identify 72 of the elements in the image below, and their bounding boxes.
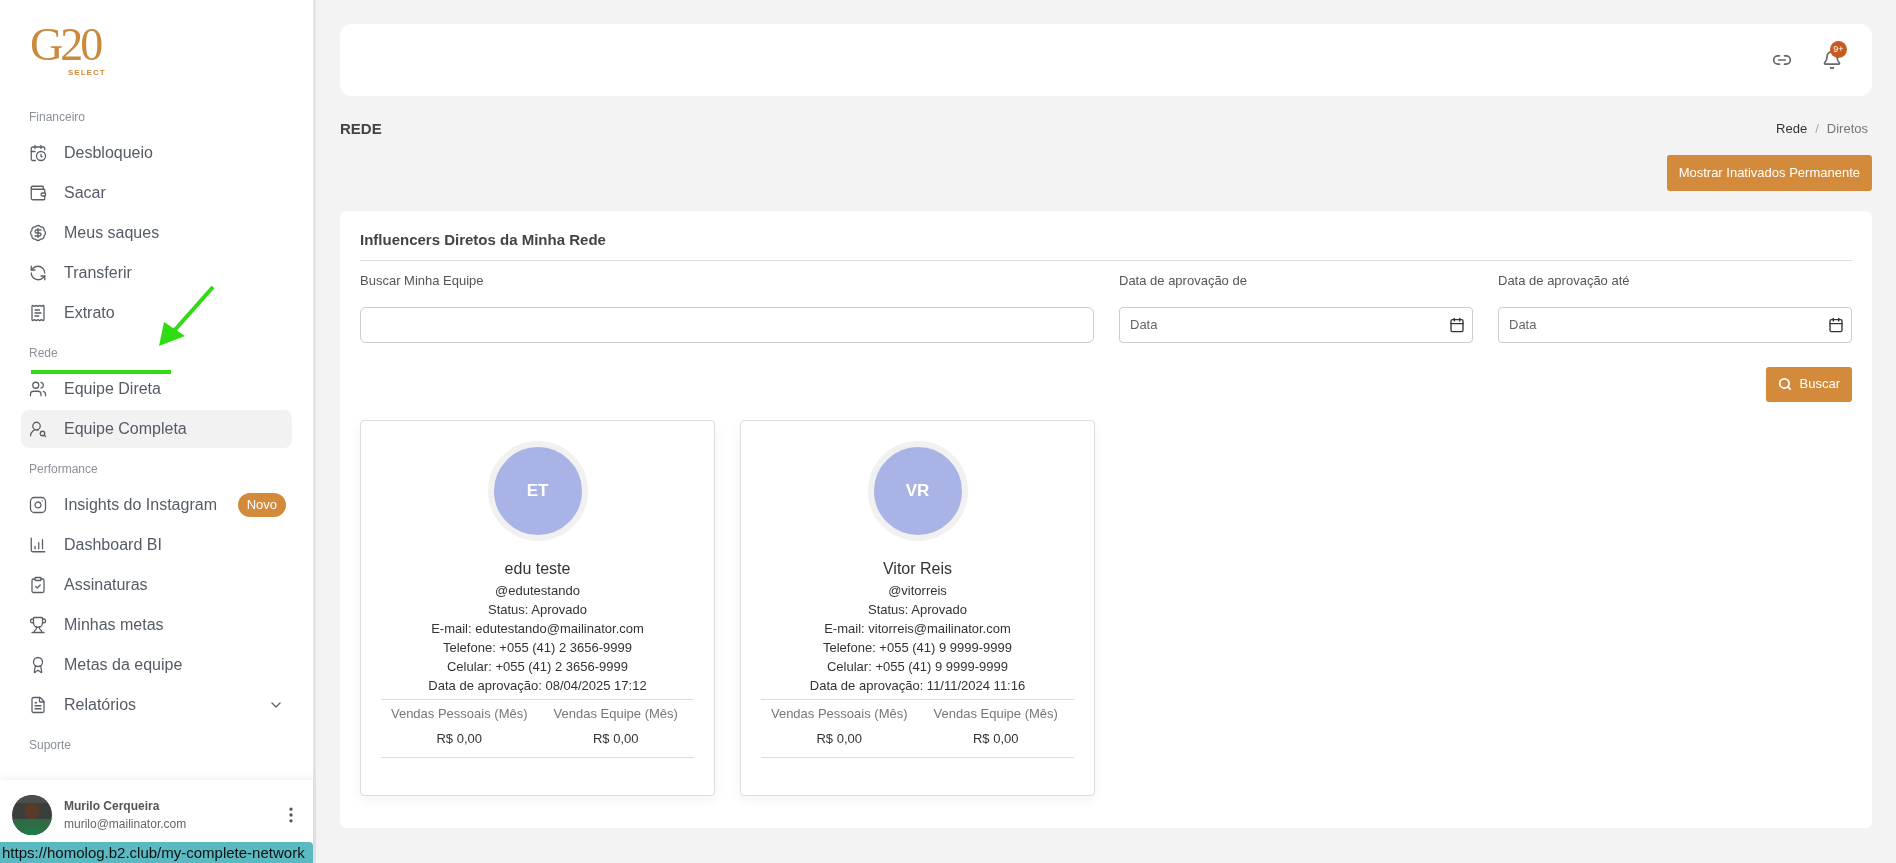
sidebar-item[interactable]: Equipe Direta bbox=[21, 370, 292, 408]
field-label: Data de aprovação de bbox=[1119, 271, 1248, 290]
member-detail: Status: Aprovado bbox=[868, 600, 967, 619]
breadcrumb-item[interactable]: Rede bbox=[1776, 119, 1808, 139]
stat-label: Vendas Equipe (Mês) bbox=[553, 704, 678, 723]
report-icon bbox=[29, 696, 47, 714]
stat-value: R$ 0,00 bbox=[972, 730, 1019, 748]
users-icon bbox=[29, 380, 47, 398]
sidebar-item[interactable]: Metas da equipe bbox=[21, 646, 292, 684]
field-label: Buscar Minha Equipe bbox=[360, 271, 485, 290]
date-field[interactable]: Data bbox=[1498, 306, 1852, 343]
sidebar-item[interactable]: Sacar bbox=[21, 174, 292, 212]
member-detail: E-mail: edutestando@mailinator.com bbox=[431, 619, 644, 638]
member-name: edu teste bbox=[504, 558, 571, 579]
sidebar-item[interactable]: Minhas metas bbox=[21, 606, 292, 644]
calendar-icon[interactable] bbox=[1828, 316, 1844, 333]
member-detail: E-mail: vitorreis@mailinator.com bbox=[824, 619, 1011, 638]
avatar: ET bbox=[487, 440, 588, 541]
instagram-icon bbox=[29, 496, 47, 514]
calendar-clock-icon bbox=[29, 144, 47, 162]
bar-chart-icon bbox=[29, 536, 47, 554]
breadcrumb-item: Diretos bbox=[1826, 120, 1868, 139]
sidebar-item[interactable]: Insights do Instagram Novo bbox=[21, 486, 292, 524]
member-detail: Celular: +055 (41) 2 3656-9999 bbox=[446, 657, 628, 676]
member-detail: Data de aprovação: 08/04/2025 17:12 bbox=[428, 676, 647, 695]
stat-label: Vendas Pessoais (Mês) bbox=[770, 704, 908, 723]
member-name: Vitor Reis bbox=[882, 558, 953, 579]
sidebar-item[interactable]: Desbloqueio bbox=[21, 134, 292, 172]
search-field[interactable] bbox=[360, 306, 1094, 343]
section-heading: Rede bbox=[28, 345, 59, 362]
stat-value: R$ 0,00 bbox=[436, 730, 482, 748]
clipboard-check-icon bbox=[29, 576, 47, 594]
member-detail: Celular: +055 (41) 9 9999-9999 bbox=[826, 657, 1008, 676]
sidebar-item[interactable]: Transferir bbox=[21, 254, 292, 292]
calendar-icon[interactable] bbox=[1449, 316, 1465, 333]
logo-title: G20 bbox=[30, 22, 102, 68]
sidebar-item[interactable]: Relatórios bbox=[21, 686, 292, 724]
stat-label: Vendas Equipe (Mês) bbox=[933, 704, 1058, 723]
section-heading: Performance bbox=[28, 461, 99, 478]
user-name: Murilo Cerqueira bbox=[64, 797, 161, 815]
user-email: murilo@mailinator.com bbox=[64, 815, 188, 833]
notification-badge: 9+ bbox=[1830, 41, 1847, 58]
exchange-icon bbox=[29, 264, 47, 282]
sidebar-item[interactable]: Assinaturas bbox=[21, 566, 292, 604]
logo-subtitle: SELECT bbox=[68, 68, 107, 78]
section-heading: Suporte bbox=[28, 737, 73, 754]
breadcrumb-separator: / bbox=[1815, 120, 1819, 139]
search-icon bbox=[1777, 377, 1792, 391]
status-url: https://homolog.b2.club/my-complete-network bbox=[0, 842, 313, 863]
member-detail: Telefone: +055 (41) 2 3656-9999 bbox=[443, 638, 632, 657]
page-title: REDE bbox=[340, 118, 382, 139]
member-detail: Status: Aprovado bbox=[488, 600, 587, 619]
member-handle: @vitorreis bbox=[888, 581, 947, 600]
receipt-icon bbox=[29, 304, 47, 322]
stat-value: R$ 0,00 bbox=[816, 730, 862, 748]
new-badge: Novo bbox=[237, 493, 286, 517]
stat-label: Vendas Pessoais (Mês) bbox=[390, 704, 528, 723]
stat-value: R$ 0,00 bbox=[592, 730, 639, 748]
panel-title: Influencers Diretos da Minha Rede bbox=[360, 229, 1852, 261]
notification-icon[interactable] bbox=[1822, 50, 1842, 70]
member-detail: Telefone: +055 (41) 9 9999-9999 bbox=[823, 638, 1012, 657]
section-heading: Financeiro bbox=[28, 109, 87, 126]
field-label: Data de aprovação até bbox=[1498, 271, 1631, 290]
sidebar-item[interactable]: Meus saques bbox=[21, 214, 292, 252]
sidebar-item[interactable]: Extrato bbox=[21, 294, 292, 332]
member-detail: Data de aprovação: 11/11/2024 11:16 bbox=[809, 676, 1026, 695]
date-field[interactable]: Data bbox=[1119, 306, 1473, 343]
member-handle: @edutestando bbox=[495, 581, 580, 600]
trophy-icon bbox=[29, 616, 47, 634]
avatar: VR bbox=[867, 440, 968, 541]
sidebar-item[interactable]: Equipe Completa bbox=[21, 410, 292, 448]
sidebar-item[interactable]: Dashboard BI bbox=[21, 526, 292, 564]
